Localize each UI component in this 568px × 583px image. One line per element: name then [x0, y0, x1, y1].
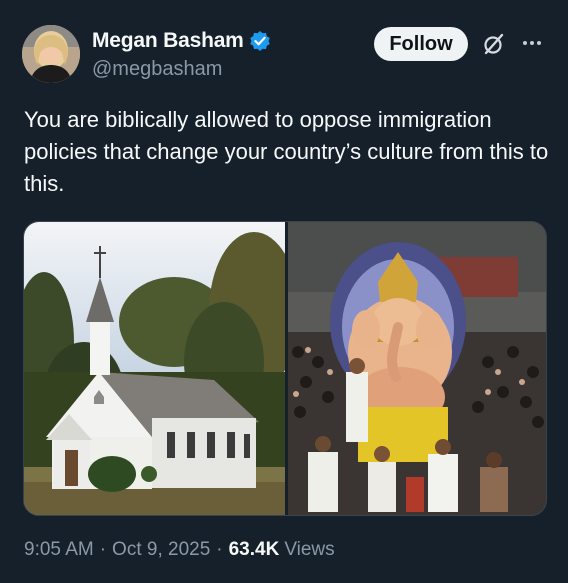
follow-button[interactable]: Follow — [374, 27, 468, 61]
tweet-media[interactable] — [23, 221, 547, 516]
tweet-card: Megan Basham @megbasham Follow You are b… — [0, 0, 568, 583]
meta-separator: · — [216, 539, 223, 560]
tweet-meta: 9:05 AM · Oct 9, 2025 · 63.4K Views — [24, 539, 335, 561]
tweet-text: You are biblically allowed to oppose imm… — [24, 107, 549, 196]
author-name-row: Megan Basham — [92, 29, 271, 53]
author-handle[interactable]: @megbasham — [92, 58, 222, 81]
ganesh-festival-photo[interactable] — [288, 222, 546, 515]
verified-badge-icon — [249, 30, 271, 52]
white-church-photo[interactable] — [24, 222, 285, 515]
tweet-time[interactable]: 9:05 AM — [24, 539, 94, 561]
meta-separator: · — [99, 539, 107, 560]
author-display-name[interactable]: Megan Basham — [92, 29, 244, 53]
profile-photo-icon — [22, 25, 80, 83]
grok-icon[interactable] — [482, 32, 506, 56]
tweet-date[interactable]: Oct 9, 2025 — [112, 539, 210, 561]
views-label: Views — [284, 539, 335, 560]
author-avatar[interactable] — [22, 25, 80, 83]
more-options-icon[interactable] — [521, 33, 543, 53]
views-count[interactable]: 63.4K — [229, 539, 280, 561]
